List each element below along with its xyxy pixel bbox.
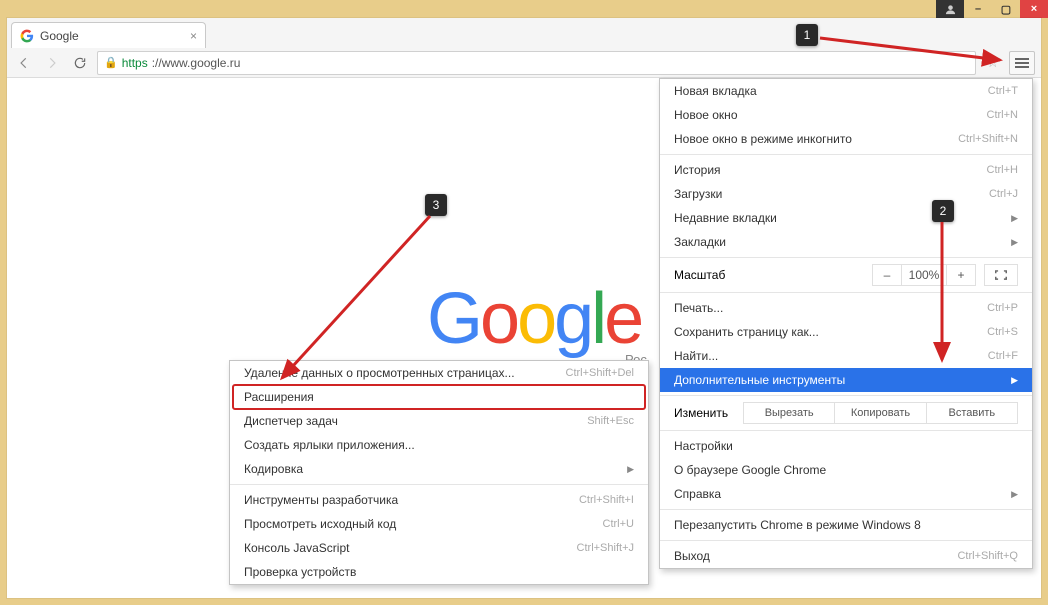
url-rest: ://www.google.ru <box>152 56 241 70</box>
menu-separator <box>660 395 1032 396</box>
menu-separator <box>230 484 648 485</box>
google-favicon-icon <box>20 29 34 43</box>
menu-separator <box>660 154 1032 155</box>
menu-more-tools[interactable]: Дополнительные инструменты▶ <box>660 368 1032 392</box>
menu-exit[interactable]: ВыходCtrl+Shift+Q <box>660 544 1032 568</box>
tab-strip: Google × <box>7 18 1041 48</box>
menu-separator <box>660 430 1032 431</box>
chevron-right-icon: ▶ <box>627 464 634 475</box>
fullscreen-button[interactable] <box>984 264 1018 286</box>
menu-help[interactable]: Справка▶ <box>660 482 1032 506</box>
address-bar[interactable]: 🔒 https ://www.google.ru <box>97 51 976 75</box>
chevron-right-icon: ▶ <box>1011 375 1018 386</box>
menu-separator <box>660 292 1032 293</box>
menu-relaunch-win8[interactable]: Перезапустить Chrome в режиме Windows 8 <box>660 513 1032 537</box>
menu-separator <box>660 540 1032 541</box>
tab-close-icon[interactable]: × <box>190 29 197 43</box>
submenu-clear-browsing-data[interactable]: Удаление данных о просмотренных страница… <box>230 361 648 385</box>
forward-button[interactable] <box>41 52 63 74</box>
menu-separator <box>660 509 1032 510</box>
submenu-dev-tools[interactable]: Инструменты разработчикаCtrl+Shift+I <box>230 488 648 512</box>
submenu-task-manager[interactable]: Диспетчер задачShift+Esc <box>230 409 648 433</box>
menu-edit-row: Изменить Вырезать Копировать Вставить <box>660 399 1032 427</box>
menu-bookmarks[interactable]: Закладки▶ <box>660 230 1032 254</box>
zoom-value: 100% <box>901 264 947 286</box>
submenu-extensions[interactable]: Расширения <box>230 385 648 409</box>
chevron-right-icon: ▶ <box>1011 213 1018 224</box>
menu-separator <box>660 257 1032 258</box>
toolbar: 🔒 https ://www.google.ru ☆ <box>7 48 1041 78</box>
menu-find[interactable]: Найти...Ctrl+F <box>660 344 1032 368</box>
more-tools-submenu: Удаление данных о просмотренных страница… <box>229 360 649 585</box>
tab-title: Google <box>40 29 184 43</box>
menu-settings[interactable]: Настройки <box>660 434 1032 458</box>
lock-icon: 🔒 <box>104 56 118 69</box>
submenu-encoding[interactable]: Кодировка▶ <box>230 457 648 481</box>
submenu-view-source[interactable]: Просмотреть исходный кодCtrl+U <box>230 512 648 536</box>
zoom-in-button[interactable]: + <box>946 264 976 286</box>
close-button[interactable]: × <box>1020 0 1048 18</box>
user-icon[interactable] <box>936 0 964 18</box>
menu-recent-tabs[interactable]: Недавние вкладки▶ <box>660 206 1032 230</box>
maximize-button[interactable]: ▢ <box>992 0 1020 18</box>
minimize-button[interactable]: – <box>964 0 992 18</box>
main-menu: Новая вкладкаCtrl+T Новое окноCtrl+N Нов… <box>659 78 1033 569</box>
menu-zoom: Масштаб – 100% + <box>660 261 1032 289</box>
menu-new-window[interactable]: Новое окноCtrl+N <box>660 103 1032 127</box>
menu-new-tab[interactable]: Новая вкладкаCtrl+T <box>660 79 1032 103</box>
hamburger-menu-button[interactable] <box>1009 51 1035 75</box>
back-button[interactable] <box>13 52 35 74</box>
annotation-badge-2: 2 <box>932 200 954 222</box>
submenu-create-shortcuts[interactable]: Создать ярлыки приложения... <box>230 433 648 457</box>
submenu-js-console[interactable]: Консоль JavaScriptCtrl+Shift+J <box>230 536 648 560</box>
menu-save-as[interactable]: Сохранить страницу как...Ctrl+S <box>660 320 1032 344</box>
chevron-right-icon: ▶ <box>1011 237 1018 248</box>
url-scheme: https <box>122 56 148 70</box>
submenu-inspect-devices[interactable]: Проверка устройств <box>230 560 648 584</box>
edit-paste-button[interactable]: Вставить <box>926 402 1018 424</box>
window-titlebar: – ▢ × <box>936 0 1048 18</box>
bookmark-star-icon[interactable]: ☆ <box>982 54 1003 71</box>
edit-copy-button[interactable]: Копировать <box>834 402 926 424</box>
menu-print[interactable]: Печать...Ctrl+P <box>660 296 1032 320</box>
menu-about[interactable]: О браузере Google Chrome <box>660 458 1032 482</box>
annotation-badge-3: 3 <box>425 194 447 216</box>
tab-google[interactable]: Google × <box>11 22 206 48</box>
menu-downloads[interactable]: ЗагрузкиCtrl+J <box>660 182 1032 206</box>
hamburger-icon <box>1015 62 1029 64</box>
google-logo: Google <box>427 278 641 360</box>
reload-button[interactable] <box>69 52 91 74</box>
edit-cut-button[interactable]: Вырезать <box>743 402 835 424</box>
annotation-badge-1: 1 <box>796 24 818 46</box>
zoom-out-button[interactable]: – <box>872 264 902 286</box>
menu-history[interactable]: ИсторияCtrl+H <box>660 158 1032 182</box>
menu-incognito[interactable]: Новое окно в режиме инкогнитоCtrl+Shift+… <box>660 127 1032 151</box>
chevron-right-icon: ▶ <box>1011 489 1018 500</box>
